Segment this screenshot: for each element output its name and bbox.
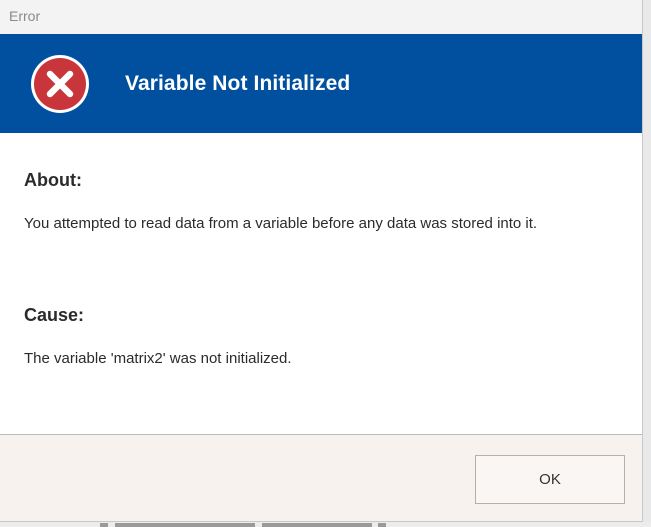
cause-text: The variable 'matrix2' was not initializ… (24, 350, 292, 367)
cause-heading: Cause: (24, 305, 85, 325)
ok-button[interactable]: OK (475, 455, 625, 504)
error-details: About: You attempted to read data from a… (0, 133, 642, 434)
window-title: Error (9, 8, 41, 24)
about-text: You attempted to read data from a variab… (24, 215, 538, 232)
error-dialog: Error Variable Not Initialized About: Yo… (0, 0, 643, 522)
error-x-icon (31, 55, 89, 113)
title-bar[interactable]: Error (0, 0, 642, 34)
background-window-edge (0, 522, 651, 527)
about-heading: About: (24, 170, 82, 190)
dialog-footer: OK (0, 434, 642, 521)
error-banner: Variable Not Initialized (0, 34, 642, 133)
error-headline: Variable Not Initialized (125, 72, 351, 95)
